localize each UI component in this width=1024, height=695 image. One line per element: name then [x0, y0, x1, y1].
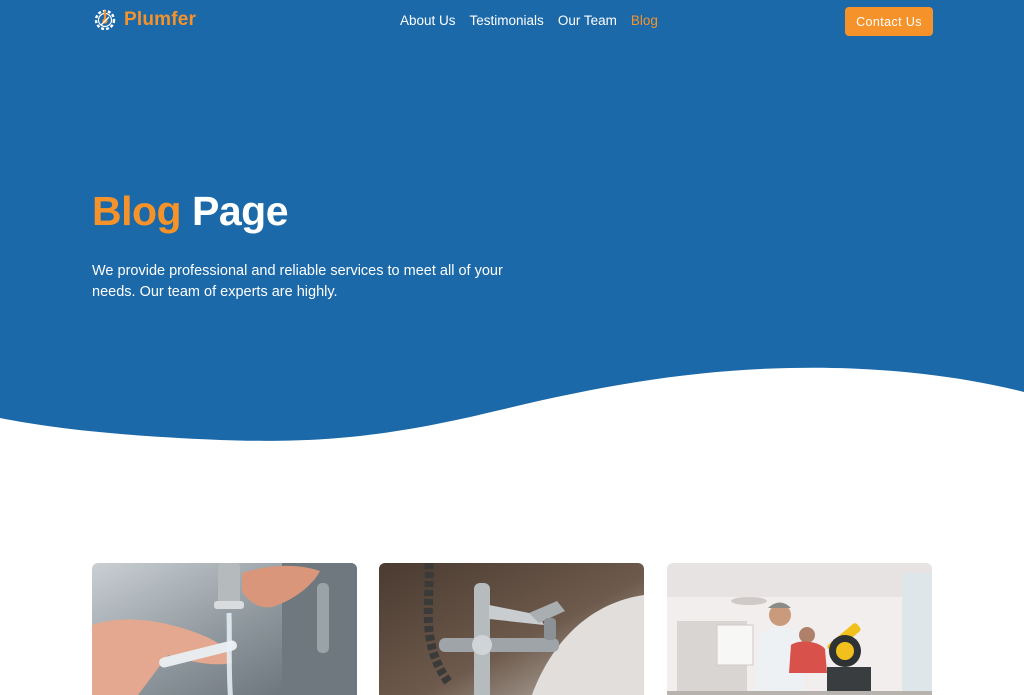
brand-name: Plumfer [124, 9, 197, 30]
nav-link-our-team[interactable]: Our Team [558, 13, 617, 28]
blog-card-1-image[interactable] [92, 563, 357, 695]
hero-description: We provide professional and reliable ser… [92, 263, 503, 300]
brand-logo[interactable]: Plumfer [93, 8, 196, 32]
nav-link-blog[interactable]: Blog [631, 13, 658, 28]
gear-wrench-icon [94, 9, 116, 31]
page-title-accent: Blog [92, 188, 182, 234]
blog-card-2-image[interactable] [379, 563, 644, 695]
blog-cards-row [92, 563, 932, 695]
top-navigation: Plumfer About Us Testimonials Our Team B… [0, 0, 1024, 44]
page-title-main: Page [192, 188, 289, 234]
contact-us-button[interactable]: Contact Us [845, 7, 933, 36]
nav-link-about-us[interactable]: About Us [400, 13, 456, 28]
page-title: Blog Page [92, 188, 289, 235]
main-menu: About Us Testimonials Our Team Blog [400, 13, 672, 28]
blog-card-3-image[interactable] [667, 563, 932, 695]
plumber-hands-faucet-photo [92, 563, 357, 695]
chrome-bath-faucet-photo [379, 563, 644, 695]
nav-link-testimonials[interactable]: Testimonials [470, 13, 544, 28]
worker-with-miter-saw-photo [667, 563, 932, 695]
hero-section: Plumfer About Us Testimonials Our Team B… [0, 0, 1024, 445]
